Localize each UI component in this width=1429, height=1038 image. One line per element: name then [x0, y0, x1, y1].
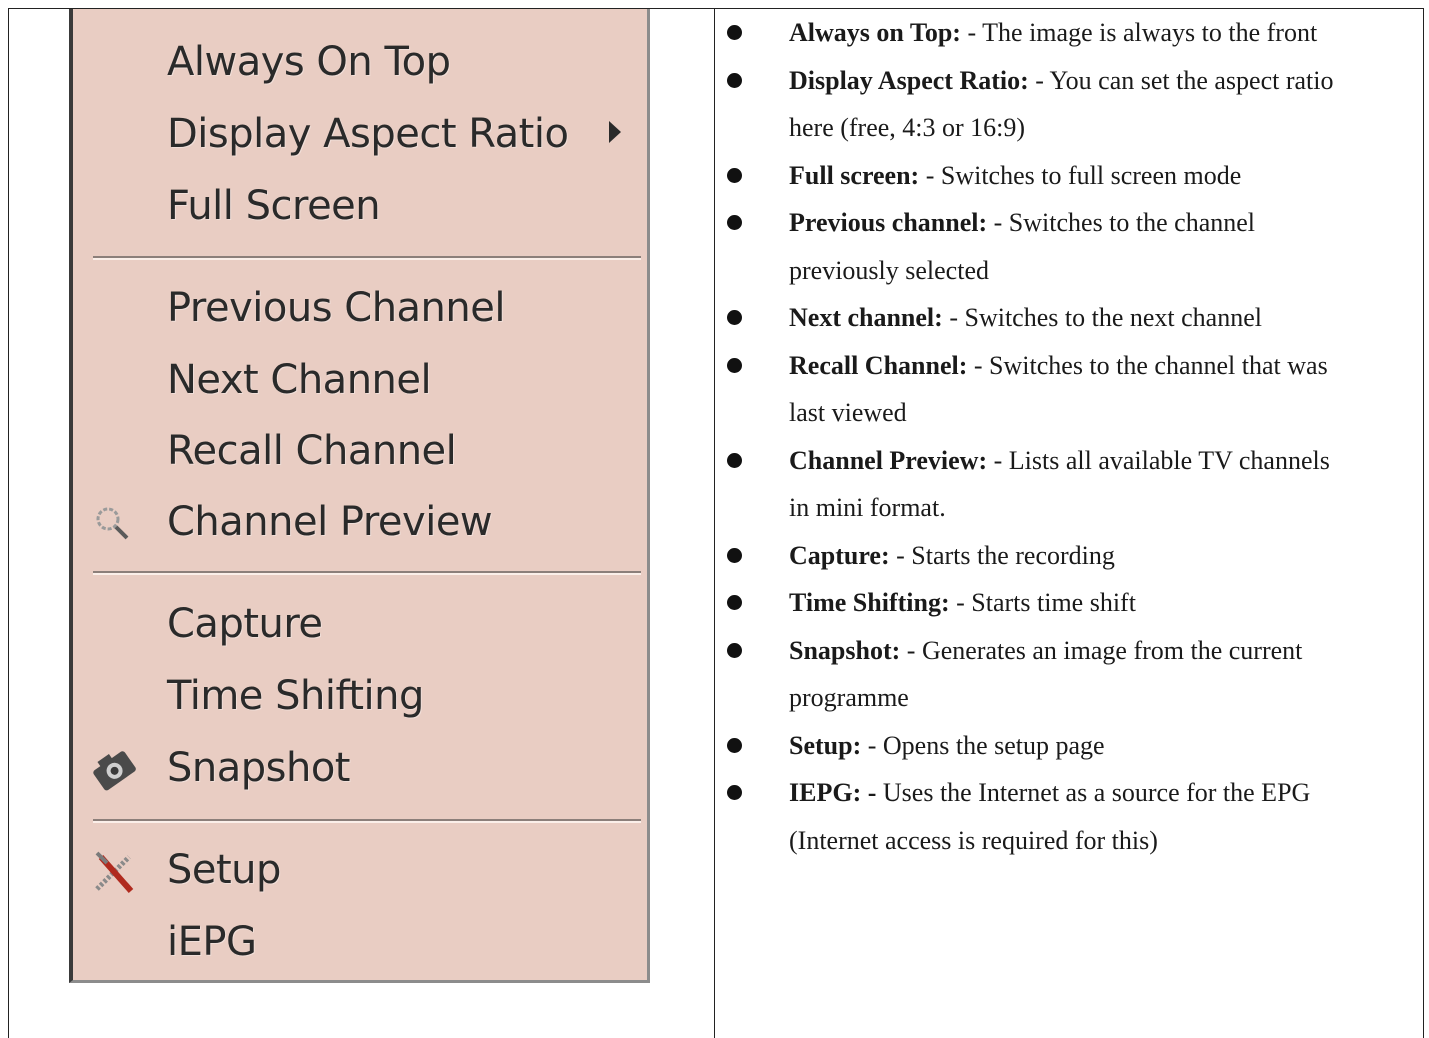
- triangle-right-icon: [609, 121, 621, 143]
- description-term: Display Aspect Ratio:: [789, 65, 1029, 95]
- menu-item-label: Recall Channel: [167, 428, 457, 474]
- description-text: - Generates an image from the current: [900, 635, 1303, 665]
- menu-item-time-shifting[interactable]: Time Shifting: [73, 665, 647, 727]
- description-term: Time Shifting:: [789, 588, 950, 617]
- description-list: Always on Top: - The image is always to …: [727, 9, 1417, 864]
- list-item: Previous channel: - Switches to the chan…: [727, 199, 1417, 294]
- menu-item-next-channel[interactable]: Next Channel: [73, 349, 647, 411]
- column-divider: [714, 9, 715, 1038]
- context-menu: Always On Top Display Aspect Ratio Full …: [69, 9, 650, 983]
- description-text: - You can set the aspect ratio: [1028, 65, 1334, 95]
- description-text: - Lists all available TV channels: [987, 445, 1330, 475]
- menu-item-full-screen[interactable]: Full Screen: [73, 175, 647, 237]
- description-text: - Switches to full screen mode: [919, 160, 1242, 190]
- menu-item-label: Capture: [167, 601, 323, 647]
- bullet-icon: [727, 595, 742, 610]
- bullet-icon: [727, 310, 742, 325]
- menu-item-label: Previous Channel: [167, 285, 505, 331]
- bullet-icon: [727, 642, 742, 658]
- menu-item-display-aspect-ratio[interactable]: Display Aspect Ratio: [73, 103, 647, 165]
- description-term: Channel Preview:: [789, 445, 988, 475]
- description-term: Always on Top:: [789, 18, 961, 47]
- description-text: - Starts time shift: [949, 588, 1136, 617]
- description-continuation: previously selected: [789, 255, 989, 285]
- list-item: Full screen: - Switches to full screen m…: [727, 152, 1417, 200]
- description-text: Uses the Internet as a source for the EP…: [876, 778, 1311, 807]
- menu-item-always-on-top[interactable]: Always On Top: [73, 31, 647, 93]
- description-term: Setup:: [789, 730, 862, 760]
- list-item: Display Aspect Ratio: - You can set the …: [727, 57, 1417, 152]
- description-text: - Opens the setup page: [861, 730, 1105, 760]
- menu-item-label: Next Channel: [167, 357, 432, 403]
- description-term: IEPG: -: [789, 778, 877, 807]
- menu-item-label: Snapshot: [167, 745, 351, 791]
- list-item: Next channel: - Switches to the next cha…: [727, 294, 1417, 342]
- menu-item-recall-channel[interactable]: Recall Channel: [73, 420, 647, 482]
- bullet-icon: [727, 547, 742, 563]
- description-text: - Switches to the channel: [987, 208, 1256, 237]
- description-term: Previous channel:: [789, 208, 988, 237]
- tools-icon: [95, 851, 134, 893]
- list-item: IEPG: - Uses the Internet as a source fo…: [727, 769, 1417, 864]
- menu-item-label: iEPG: [167, 919, 257, 965]
- bullet-icon: [727, 72, 742, 88]
- description-term: Capture:: [789, 540, 890, 570]
- description-text: - The image is always to the front: [960, 18, 1318, 47]
- menu-item-label: Display Aspect Ratio: [167, 111, 569, 157]
- menu-item-setup[interactable]: Setup: [73, 839, 647, 901]
- bullet-icon: [727, 452, 742, 468]
- bullet-icon: [727, 25, 742, 40]
- menu-item-label: Full Screen: [167, 183, 381, 229]
- menu-item-previous-channel[interactable]: Previous Channel: [73, 277, 647, 339]
- menu-item-channel-preview[interactable]: Channel Preview: [73, 491, 647, 553]
- description-text: - Switches to the next channel: [942, 303, 1262, 332]
- bullet-icon: [727, 785, 742, 800]
- menu-item-label: Setup: [167, 847, 281, 893]
- list-item: Snapshot: - Generates an image from the …: [727, 627, 1417, 722]
- menu-separator: [93, 571, 641, 575]
- list-item: Time Shifting: - Starts time shift: [727, 579, 1417, 627]
- description-continuation: last viewed: [789, 398, 907, 427]
- list-item: Setup: - Opens the setup page: [727, 722, 1417, 770]
- description-continuation: in mini format.: [789, 493, 946, 522]
- list-item: Always on Top: - The image is always to …: [727, 9, 1417, 57]
- menu-item-capture[interactable]: Capture: [73, 593, 647, 655]
- menu-item-iepg[interactable]: iEPG: [73, 911, 647, 973]
- magnifier-icon: [96, 507, 129, 540]
- bullet-icon: [727, 737, 742, 753]
- bullet-icon: [727, 357, 742, 373]
- description-continuation: here (free, 4:3 or 16:9): [789, 113, 1026, 142]
- menu-item-label: Channel Preview: [167, 499, 493, 545]
- menu-separator: [93, 256, 641, 260]
- list-item: Capture: - Starts the recording: [727, 532, 1417, 580]
- list-item: Recall Channel: - Switches to the channe…: [727, 342, 1417, 437]
- bullet-icon: [727, 167, 742, 183]
- bullet-icon: [727, 215, 742, 230]
- description-continuation: programme: [789, 683, 909, 712]
- description-text: - Starts the recording: [889, 540, 1115, 570]
- menu-item-label: Always On Top: [167, 39, 451, 85]
- description-term: Full screen:: [789, 160, 920, 190]
- description-text: - Switches to the channel that was: [967, 350, 1328, 380]
- list-item: Channel Preview: - Lists all available T…: [727, 437, 1417, 532]
- menu-item-snapshot[interactable]: Snapshot: [73, 737, 647, 799]
- description-term: Recall Channel:: [789, 350, 968, 380]
- description-term: Next channel:: [789, 303, 943, 332]
- description-continuation: (Internet access is required for this): [789, 825, 1158, 855]
- menu-item-label: Time Shifting: [167, 673, 424, 719]
- document-table: Always On Top Display Aspect Ratio Full …: [8, 8, 1424, 1038]
- camera-icon: [93, 751, 136, 791]
- menu-separator: [93, 819, 641, 823]
- description-term: Snapshot:: [789, 635, 901, 665]
